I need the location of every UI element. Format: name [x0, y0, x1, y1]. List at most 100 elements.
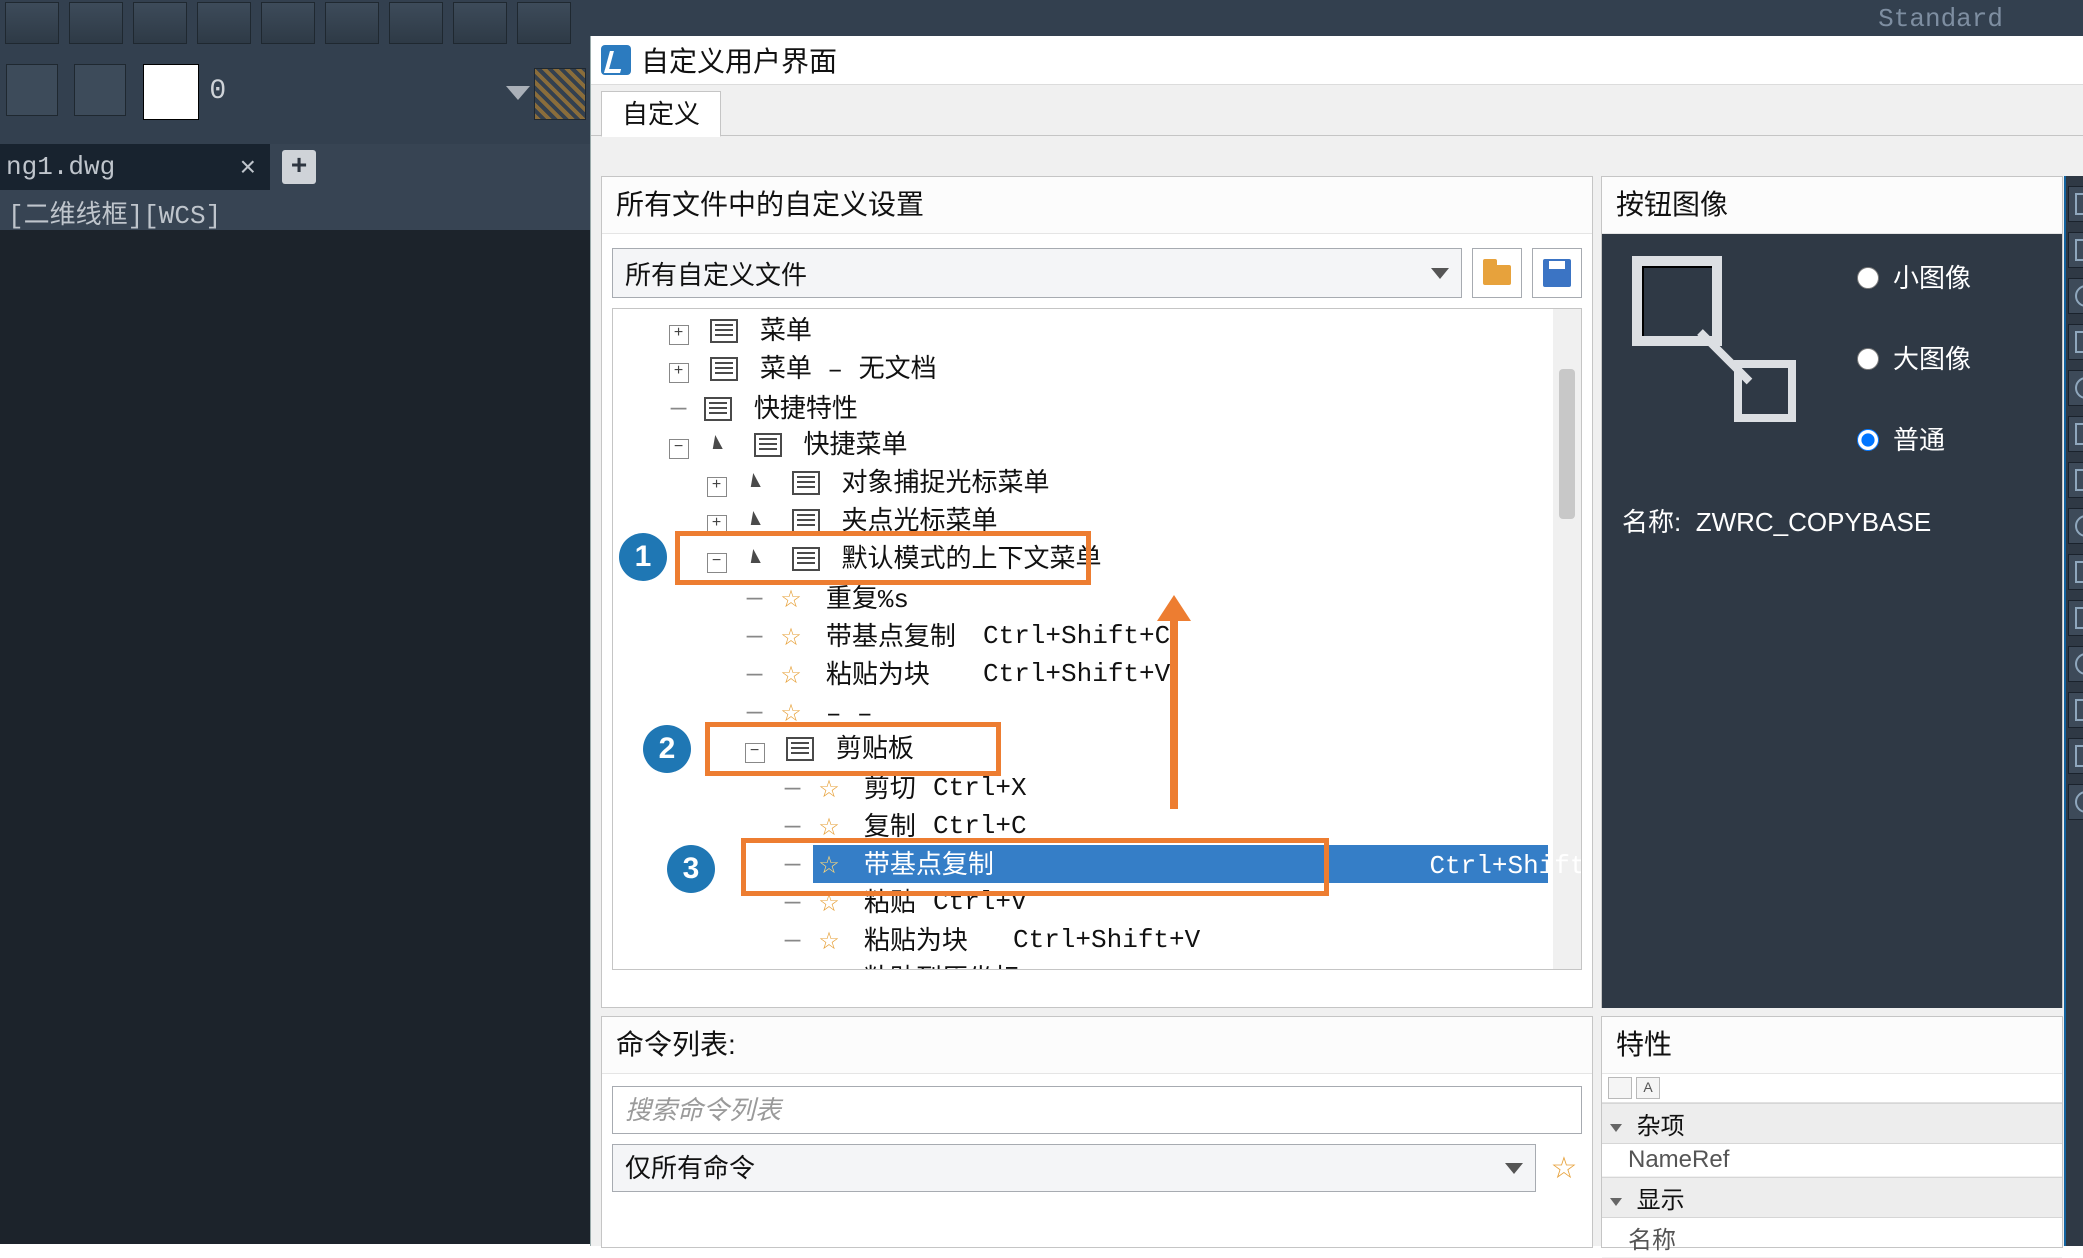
layer-lock-icon[interactable] — [74, 64, 126, 116]
palette-button[interactable] — [2068, 278, 2083, 314]
style-combo-label[interactable]: Standard — [1878, 4, 2003, 34]
layer-new-icon[interactable] — [6, 64, 58, 116]
tree-node-paste[interactable]: — ☆ 粘贴 Ctrl+V — [613, 883, 1581, 921]
toolbar-button[interactable] — [69, 2, 123, 44]
star-icon: ☆ — [818, 925, 844, 963]
expand-icon[interactable]: + — [669, 363, 689, 383]
save-file-button[interactable] — [1532, 248, 1582, 298]
tree-node-osnap-menu[interactable]: + 对象捕捉光标菜单 — [613, 465, 1581, 503]
tree-label: 带基点复制 — [864, 851, 994, 881]
toolbar-button[interactable] — [325, 2, 379, 44]
command-filter-combo[interactable]: 仅所有命令 — [612, 1144, 1536, 1192]
radio-input[interactable] — [1857, 429, 1879, 451]
tree-node-copybase-selected[interactable]: — ☆ 带基点复制 Ctrl+Shift+C — [613, 845, 1581, 883]
favorites-toggle[interactable]: ☆ — [1546, 1151, 1582, 1186]
drawing-area[interactable] — [0, 230, 590, 1244]
propgrid-category-misc[interactable]: 杂项 — [1602, 1103, 2062, 1144]
layer-hatch-icon[interactable] — [534, 68, 586, 120]
tree-node-cut[interactable]: — ☆ 剪切 Ctrl+X — [613, 769, 1581, 807]
expand-icon[interactable]: + — [707, 515, 727, 535]
new-tab-button[interactable]: + — [282, 150, 316, 184]
palette-button[interactable] — [2068, 600, 2083, 636]
toolbar-button[interactable] — [197, 2, 251, 44]
tree-node-context-menus[interactable]: − 快捷菜单 — [613, 427, 1581, 465]
palette-button[interactable] — [2068, 692, 2083, 728]
collapse-icon[interactable]: − — [707, 553, 727, 573]
star-icon: ☆ — [780, 621, 806, 659]
toolbar-button[interactable] — [389, 2, 443, 44]
command-search-input[interactable]: 搜索命令列表 — [612, 1086, 1582, 1134]
propgrid-category-display[interactable]: 显示 — [1602, 1177, 2062, 1218]
tree-node-copybase-upper[interactable]: — ☆ 带基点复制 Ctrl+Shift+C — [613, 617, 1581, 655]
tree-node-separator[interactable]: — ☆ – – — [613, 693, 1581, 731]
cui-tree[interactable]: + 菜单 + 菜单 – 无文档 — 快捷特性 — [612, 308, 1582, 970]
menu-icon — [710, 357, 738, 381]
palette-button[interactable] — [2068, 416, 2083, 452]
cursor-menu-icon — [748, 547, 776, 571]
tree-node-clipboard[interactable]: − 剪贴板 — [613, 731, 1581, 769]
propgrid-categorized-button[interactable] — [1608, 1077, 1632, 1099]
radio-large-image[interactable]: 大图像 — [1852, 339, 1971, 376]
propgrid-row-name[interactable]: 名称 — [1602, 1218, 2062, 1258]
radio-normal-image[interactable]: 普通 — [1852, 420, 1971, 457]
button-image-preview — [1622, 250, 1832, 460]
tree-node-copy[interactable]: — ☆ 复制 Ctrl+C — [613, 807, 1581, 845]
document-tab[interactable]: ng1.dwg × — [0, 144, 270, 190]
radio-input[interactable] — [1857, 267, 1879, 289]
palette-button[interactable] — [2068, 370, 2083, 406]
tree-node-repeat[interactable]: — ☆ 重复%s — [613, 579, 1581, 617]
property-grid[interactable]: A 杂项 NameRef 显示 名称 — [1602, 1074, 2062, 1258]
layer-dropdown-arrow-icon[interactable] — [506, 86, 530, 100]
toolbar-button[interactable] — [5, 2, 59, 44]
tree-node-pasteblock-lower[interactable]: — ☆ 粘贴为块 Ctrl+Shift+V — [613, 921, 1581, 959]
collapse-icon[interactable]: − — [669, 439, 689, 459]
tree-label: 快捷特性 — [754, 395, 858, 425]
palette-button[interactable] — [2068, 232, 2083, 268]
viewport-label: [二维线框][WCS] — [0, 190, 590, 235]
tree-label: 粘贴 — [864, 889, 916, 919]
tree-node-pasteblock-upper[interactable]: — ☆ 粘贴为块 Ctrl+Shift+V — [613, 655, 1581, 693]
dialog-title: 自定义用户界面 — [641, 40, 837, 80]
expand-icon[interactable]: + — [707, 477, 727, 497]
tree-node-quickprops[interactable]: — 快捷特性 — [613, 389, 1581, 427]
radio-input[interactable] — [1857, 348, 1879, 370]
tree-node-grip-menu[interactable]: + 夹点光标菜单 — [613, 503, 1581, 541]
layer-color-swatch[interactable] — [143, 64, 199, 120]
tree-node-pasteorig[interactable]: — ☆ 粘贴到原坐标 — [613, 959, 1581, 970]
tab-customize[interactable]: 自定义 — [601, 91, 721, 137]
radio-label: 大图像 — [1893, 339, 1971, 376]
toolbar-button[interactable] — [133, 2, 187, 44]
star-icon: ☆ — [818, 849, 844, 887]
cui-file-combo[interactable]: 所有自定义文件 — [612, 248, 1462, 298]
cui-file-row: 所有自定义文件 — [602, 234, 1592, 308]
palette-button[interactable] — [2068, 784, 2083, 820]
toolbar-button[interactable] — [261, 2, 315, 44]
palette-button[interactable] — [2068, 646, 2083, 682]
propgrid-alphabetical-button[interactable]: A — [1636, 1077, 1660, 1099]
submenu-icon — [786, 737, 814, 761]
palette-button[interactable] — [2068, 554, 2083, 590]
palette-button[interactable] — [2068, 186, 2083, 222]
radio-small-image[interactable]: 小图像 — [1852, 258, 1971, 295]
tree-node-menus[interactable]: + 菜单 — [613, 313, 1581, 351]
scrollbar-thumb[interactable] — [1559, 369, 1575, 519]
collapse-icon[interactable]: − — [745, 743, 765, 763]
menu-icon — [792, 471, 820, 495]
toolbar-button[interactable] — [517, 2, 571, 44]
dialog-titlebar[interactable]: 自定义用户界面 — [591, 36, 2083, 85]
tree-node-menus-nodoc[interactable]: + 菜单 – 无文档 — [613, 351, 1581, 389]
palette-button[interactable] — [2068, 508, 2083, 544]
palette-button[interactable] — [2068, 462, 2083, 498]
command-list-panel: 命令列表: 搜索命令列表 仅所有命令 ☆ — [601, 1016, 1593, 1248]
palette-button[interactable] — [2068, 738, 2083, 774]
callout-badge-2: 2 — [643, 725, 691, 773]
close-icon[interactable]: × — [240, 151, 256, 183]
tree-node-default-context-menu[interactable]: − 默认模式的上下文菜单 — [613, 541, 1581, 579]
expand-icon[interactable]: + — [669, 325, 689, 345]
palette-button[interactable] — [2068, 324, 2083, 360]
tree-label: 粘贴为块 — [826, 661, 930, 691]
propgrid-row-nameref[interactable]: NameRef — [1602, 1144, 2062, 1177]
menu-icon — [792, 547, 820, 571]
open-file-button[interactable] — [1472, 248, 1522, 298]
toolbar-button[interactable] — [453, 2, 507, 44]
